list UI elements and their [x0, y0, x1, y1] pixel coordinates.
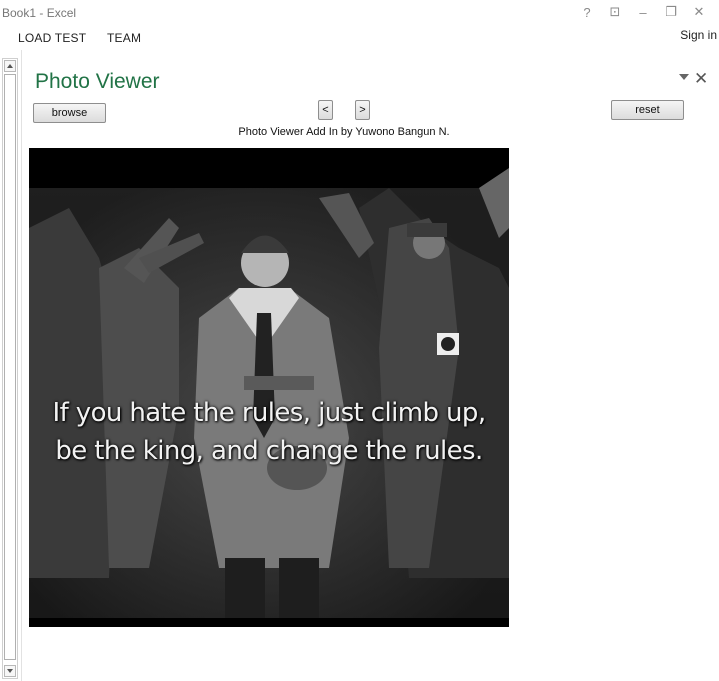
vertical-scrollbar[interactable] [2, 58, 18, 679]
ribbon-display-options-icon[interactable]: ⊡ [601, 2, 629, 22]
tab-load-test[interactable]: LOAD TEST [18, 31, 86, 45]
photo-image [29, 148, 509, 627]
pane-divider [21, 50, 22, 681]
help-icon[interactable]: ? [573, 2, 601, 22]
window-title: Book1 - Excel [2, 6, 77, 20]
quote-line-1: If you hate the rules, just climb up, [52, 398, 487, 428]
quote-line-2: be the king, and change the rules. [55, 436, 483, 466]
title-bar: Book1 - Excel ? ⊡ – ❐ ✕ [0, 0, 719, 26]
browse-button[interactable]: browse [33, 103, 106, 123]
previous-button[interactable]: < [318, 100, 333, 120]
window-controls: ? ⊡ – ❐ ✕ [573, 2, 713, 22]
scroll-down-button[interactable] [4, 665, 16, 677]
scroll-up-button[interactable] [4, 60, 16, 72]
photo-display: If you hate the rules, just climb up, be… [29, 148, 509, 627]
close-window-icon[interactable]: ✕ [685, 2, 713, 22]
pane-title: Photo Viewer [35, 70, 160, 93]
arrow-down-icon [7, 669, 13, 673]
ribbon-tabs: LOAD TEST TEAM Sign in [0, 26, 719, 50]
photo-quote: If you hate the rules, just climb up, be… [29, 394, 509, 470]
minimize-icon[interactable]: – [629, 2, 657, 22]
scroll-thumb[interactable] [4, 74, 16, 660]
pane-close-icon[interactable]: ✕ [694, 69, 708, 89]
tab-team[interactable]: TEAM [107, 31, 141, 45]
reset-button[interactable]: reset [611, 100, 684, 120]
sign-in-link[interactable]: Sign in [680, 28, 717, 42]
addin-caption: Photo Viewer Add In by Yuwono Bangun N. [0, 126, 688, 138]
caption-text: Photo Viewer Add In by Yuwono Bangun N. [238, 126, 450, 138]
arrow-up-icon [7, 64, 13, 68]
next-button[interactable]: > [355, 100, 370, 120]
restore-icon[interactable]: ❐ [657, 2, 685, 22]
pane-options-icon[interactable] [679, 74, 689, 80]
